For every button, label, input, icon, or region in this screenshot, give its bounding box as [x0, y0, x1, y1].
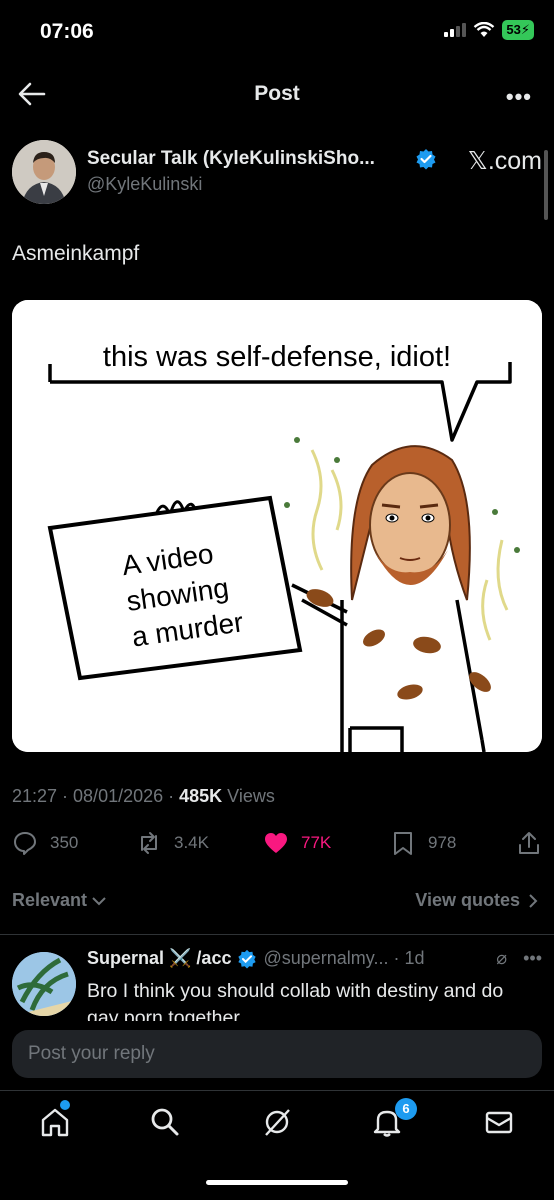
reply-avatar[interactable]	[12, 952, 76, 1016]
scrollbar[interactable]	[544, 150, 548, 220]
post-actions: 350 3.4K 77K 978	[12, 830, 542, 864]
bookmark-button[interactable]: 978	[390, 830, 456, 856]
grok-icon[interactable]: ⌀	[496, 948, 507, 969]
repost-button[interactable]: 3.4K	[136, 830, 209, 856]
avatar[interactable]	[12, 140, 76, 204]
bookmark-count: 978	[428, 833, 457, 852]
reply-header: Supernal ⚔️ /acc @supernalmy... · 1d	[87, 948, 424, 969]
post-author: Secular Talk (KyleKulinskiSho... @KyleKu…	[12, 140, 542, 206]
post-timestamp: 21:27 · 08/01/2026 ·	[12, 786, 180, 806]
reply-icons: ⌀ •••	[496, 948, 542, 969]
reply-item[interactable]: Supernal ⚔️ /acc @supernalmy... · 1d ⌀ •…	[12, 946, 542, 1021]
notifications-badge: 6	[395, 1098, 417, 1120]
wifi-icon	[474, 22, 495, 37]
post-header: Post •••	[0, 62, 554, 124]
status-bar: 07:06 53⚡	[0, 0, 554, 62]
reply-input[interactable]: Post your reply	[12, 1030, 542, 1078]
battery-level: 53	[506, 22, 521, 37]
heart-icon	[265, 833, 287, 853]
search-icon[interactable]	[148, 1105, 182, 1139]
author-handle[interactable]: @KyleKulinski	[87, 174, 202, 195]
post-image[interactable]: this was self-defense, idiot! A video sh…	[12, 300, 542, 752]
reply-author-name[interactable]: Supernal ⚔️ /acc	[87, 948, 231, 969]
share-button[interactable]	[516, 830, 542, 856]
bookmark-icon	[394, 832, 412, 855]
grok-icon[interactable]	[260, 1105, 294, 1139]
status-icons: 53⚡	[444, 20, 534, 40]
chevron-down-icon	[92, 896, 106, 905]
more-options-icon[interactable]: •••	[506, 84, 532, 110]
like-button[interactable]: 77K	[263, 830, 331, 856]
views-label: Views	[222, 786, 275, 806]
battery-icon: 53⚡	[502, 20, 534, 40]
repost-count: 3.4K	[174, 833, 209, 852]
reply-placeholder: Post your reply	[28, 1043, 155, 1064]
verified-badge-icon	[238, 949, 257, 969]
reply-text: Bro I think you should collab with desti…	[87, 980, 504, 1021]
views-count[interactable]: 485K	[179, 786, 222, 806]
repost-icon	[141, 832, 157, 854]
sort-replies-dropdown[interactable]: Relevant	[12, 890, 107, 911]
chevron-right-icon	[529, 893, 538, 908]
divider	[0, 934, 554, 935]
post-meta: 21:27 · 08/01/2026 · 485K Views	[12, 786, 275, 807]
signal-icon	[444, 23, 467, 37]
home-indicator	[206, 1180, 348, 1185]
page-title: Post	[254, 82, 300, 105]
sort-label: Relevant	[12, 890, 88, 910]
author-name[interactable]: Secular Talk (KyleKulinskiSho...	[87, 148, 375, 170]
verified-badge-icon	[416, 149, 436, 170]
reply-author-handle[interactable]: @supernalmy... · 1d	[263, 948, 424, 969]
post-text: Asmeinkampf	[12, 242, 140, 265]
home-icon[interactable]	[38, 1105, 72, 1139]
status-time: 07:06	[40, 20, 94, 43]
messages-icon[interactable]	[482, 1105, 516, 1139]
reply-count: 350	[50, 833, 79, 852]
more-options-icon[interactable]: •••	[523, 948, 542, 969]
home-unread-dot	[60, 1100, 70, 1110]
like-count: 77K	[301, 833, 332, 852]
view-quotes-link[interactable]: View quotes	[415, 890, 538, 911]
source-label: 𝕏.com	[467, 147, 542, 175]
speech-text: this was self-defense, idiot!	[103, 341, 451, 373]
view-quotes-label: View quotes	[415, 890, 520, 910]
reply-button[interactable]: 350	[12, 830, 78, 856]
share-icon	[519, 832, 539, 854]
reply-icon	[14, 832, 36, 855]
